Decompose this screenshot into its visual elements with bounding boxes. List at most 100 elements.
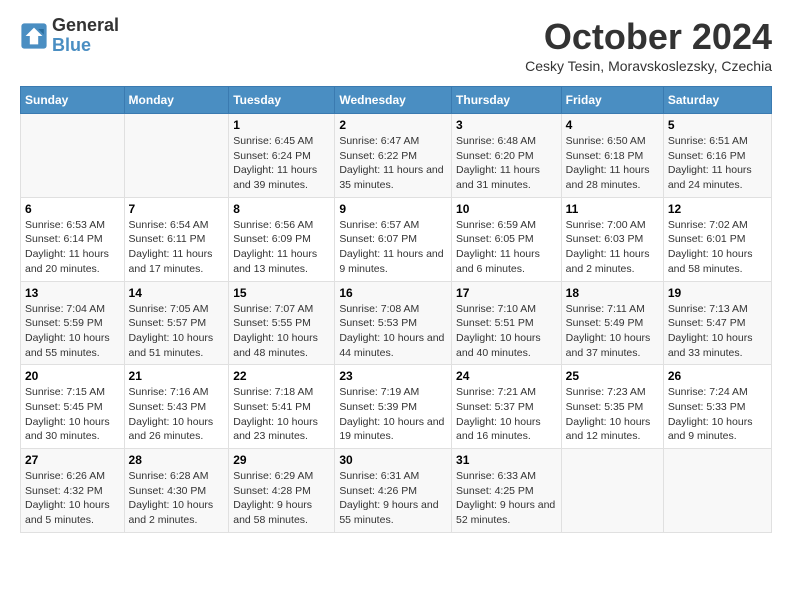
day-detail: Sunrise: 7:07 AMSunset: 5:55 PMDaylight:…: [233, 302, 330, 361]
calendar-cell: 28 Sunrise: 6:28 AMSunset: 4:30 PMDayligh…: [124, 449, 229, 533]
day-number: 5: [668, 118, 767, 132]
calendar-cell: 29Sunrise: 6:29 AMSunset: 4:28 PMDayligh…: [229, 449, 335, 533]
week-row-4: 27 Sunrise: 6:26 AMSunset: 4:32 PMDayligh…: [21, 449, 772, 533]
day-number: 31: [456, 453, 557, 467]
calendar-cell: 16Sunrise: 7:08 AMSunset: 5:53 PMDayligh…: [335, 281, 452, 365]
day-number: 16: [339, 286, 447, 300]
day-number: 8: [233, 202, 330, 216]
calendar-cell: [124, 114, 229, 198]
day-detail: Sunrise: 7:18 AMSunset: 5:41 PMDaylight:…: [233, 385, 330, 444]
day-number: 12: [668, 202, 767, 216]
day-detail: Sunrise: 6:33 AMSunset: 4:25 PMDaylight:…: [456, 469, 557, 528]
calendar-cell: 23 Sunrise: 7:19 AMSunset: 5:39 PMDayligh…: [335, 365, 452, 449]
day-number: 30: [339, 453, 447, 467]
day-number: 27: [25, 453, 120, 467]
day-number: 28: [129, 453, 225, 467]
calendar-cell: [21, 114, 125, 198]
day-number: 1: [233, 118, 330, 132]
calendar-cell: 8 Sunrise: 6:56 AMSunset: 6:09 PMDaylight…: [229, 197, 335, 281]
day-header-monday: Monday: [124, 87, 229, 114]
calendar-cell: 20 Sunrise: 7:15 AMSunset: 5:45 PMDayligh…: [21, 365, 125, 449]
calendar-cell: 1 Sunrise: 6:45 AMSunset: 6:24 PMDaylight…: [229, 114, 335, 198]
day-detail: Sunrise: 7:11 AMSunset: 5:49 PMDaylight:…: [566, 302, 659, 361]
logo-line2: Blue: [52, 36, 119, 56]
day-detail: Sunrise: 6:47 AMSunset: 6:22 PMDaylight:…: [339, 134, 447, 193]
day-detail: Sunrise: 7:19 AMSunset: 5:39 PMDaylight:…: [339, 385, 447, 444]
day-detail: Sunrise: 7:02 AMSunset: 6:01 PMDaylight:…: [668, 218, 767, 277]
calendar-cell: [561, 449, 663, 533]
day-number: 18: [566, 286, 659, 300]
day-number: 17: [456, 286, 557, 300]
month-title: October 2024: [525, 16, 772, 58]
logo-icon: [20, 22, 48, 50]
day-detail: Sunrise: 6:57 AMSunset: 6:07 PMDaylight:…: [339, 218, 447, 277]
calendar-cell: 21 Sunrise: 7:16 AMSunset: 5:43 PMDayligh…: [124, 365, 229, 449]
calendar-cell: 7 Sunrise: 6:54 AMSunset: 6:11 PMDaylight…: [124, 197, 229, 281]
day-number: 2: [339, 118, 447, 132]
week-row-2: 13 Sunrise: 7:04 AMSunset: 5:59 PMDayligh…: [21, 281, 772, 365]
day-number: 21: [129, 369, 225, 383]
calendar-table: SundayMondayTuesdayWednesdayThursdayFrid…: [20, 86, 772, 533]
page-header: General Blue October 2024 Cesky Tesin, M…: [20, 16, 772, 74]
day-number: 20: [25, 369, 120, 383]
logo: General Blue: [20, 16, 119, 56]
day-number: 4: [566, 118, 659, 132]
calendar-cell: 17 Sunrise: 7:10 AMSunset: 5:51 PMDayligh…: [452, 281, 562, 365]
day-detail: Sunrise: 7:23 AMSunset: 5:35 PMDaylight:…: [566, 385, 659, 444]
calendar-cell: 25Sunrise: 7:23 AMSunset: 5:35 PMDayligh…: [561, 365, 663, 449]
day-number: 22: [233, 369, 330, 383]
day-detail: Sunrise: 6:59 AMSunset: 6:05 PMDaylight:…: [456, 218, 557, 277]
day-header-sunday: Sunday: [21, 87, 125, 114]
day-detail: Sunrise: 7:04 AMSunset: 5:59 PMDaylight:…: [25, 302, 120, 361]
day-detail: Sunrise: 6:31 AMSunset: 4:26 PMDaylight:…: [339, 469, 447, 528]
calendar-cell: 30 Sunrise: 6:31 AMSunset: 4:26 PMDayligh…: [335, 449, 452, 533]
day-number: 29: [233, 453, 330, 467]
day-detail: Sunrise: 7:05 AMSunset: 5:57 PMDaylight:…: [129, 302, 225, 361]
location: Cesky Tesin, Moravskoslezsky, Czechia: [525, 58, 772, 74]
calendar-cell: 12 Sunrise: 7:02 AMSunset: 6:01 PMDayligh…: [663, 197, 771, 281]
calendar-cell: 13 Sunrise: 7:04 AMSunset: 5:59 PMDayligh…: [21, 281, 125, 365]
day-detail: Sunrise: 6:28 AMSunset: 4:30 PMDaylight:…: [129, 469, 225, 528]
day-header-tuesday: Tuesday: [229, 87, 335, 114]
day-detail: Sunrise: 6:26 AMSunset: 4:32 PMDaylight:…: [25, 469, 120, 528]
calendar-cell: 24Sunrise: 7:21 AMSunset: 5:37 PMDayligh…: [452, 365, 562, 449]
calendar-cell: 19Sunrise: 7:13 AMSunset: 5:47 PMDayligh…: [663, 281, 771, 365]
day-number: 19: [668, 286, 767, 300]
day-header-saturday: Saturday: [663, 87, 771, 114]
day-header-friday: Friday: [561, 87, 663, 114]
header-row: SundayMondayTuesdayWednesdayThursdayFrid…: [21, 87, 772, 114]
day-number: 14: [129, 286, 225, 300]
day-detail: Sunrise: 6:51 AMSunset: 6:16 PMDaylight:…: [668, 134, 767, 193]
day-number: 11: [566, 202, 659, 216]
day-header-wednesday: Wednesday: [335, 87, 452, 114]
calendar-cell: 27 Sunrise: 6:26 AMSunset: 4:32 PMDayligh…: [21, 449, 125, 533]
logo-line1: General: [52, 16, 119, 36]
day-detail: Sunrise: 7:21 AMSunset: 5:37 PMDaylight:…: [456, 385, 557, 444]
day-number: 23: [339, 369, 447, 383]
calendar-body: 1 Sunrise: 6:45 AMSunset: 6:24 PMDaylight…: [21, 114, 772, 533]
day-detail: Sunrise: 7:16 AMSunset: 5:43 PMDaylight:…: [129, 385, 225, 444]
day-number: 13: [25, 286, 120, 300]
day-header-thursday: Thursday: [452, 87, 562, 114]
day-detail: Sunrise: 7:10 AMSunset: 5:51 PMDaylight:…: [456, 302, 557, 361]
calendar-cell: 14 Sunrise: 7:05 AMSunset: 5:57 PMDayligh…: [124, 281, 229, 365]
day-number: 26: [668, 369, 767, 383]
day-number: 9: [339, 202, 447, 216]
day-detail: Sunrise: 7:24 AMSunset: 5:33 PMDaylight:…: [668, 385, 767, 444]
calendar-cell: 5 Sunrise: 6:51 AMSunset: 6:16 PMDaylight…: [663, 114, 771, 198]
calendar-cell: 18 Sunrise: 7:11 AMSunset: 5:49 PMDayligh…: [561, 281, 663, 365]
day-detail: Sunrise: 7:00 AMSunset: 6:03 PMDaylight:…: [566, 218, 659, 277]
day-number: 7: [129, 202, 225, 216]
day-detail: Sunrise: 6:50 AMSunset: 6:18 PMDaylight:…: [566, 134, 659, 193]
day-detail: Sunrise: 6:45 AMSunset: 6:24 PMDaylight:…: [233, 134, 330, 193]
calendar-cell: [663, 449, 771, 533]
calendar-cell: 15 Sunrise: 7:07 AMSunset: 5:55 PMDayligh…: [229, 281, 335, 365]
day-detail: Sunrise: 7:15 AMSunset: 5:45 PMDaylight:…: [25, 385, 120, 444]
day-detail: Sunrise: 6:54 AMSunset: 6:11 PMDaylight:…: [129, 218, 225, 277]
calendar-cell: 22 Sunrise: 7:18 AMSunset: 5:41 PMDayligh…: [229, 365, 335, 449]
calendar-cell: 9 Sunrise: 6:57 AMSunset: 6:07 PMDaylight…: [335, 197, 452, 281]
day-detail: Sunrise: 6:56 AMSunset: 6:09 PMDaylight:…: [233, 218, 330, 277]
day-number: 3: [456, 118, 557, 132]
day-detail: Sunrise: 6:48 AMSunset: 6:20 PMDaylight:…: [456, 134, 557, 193]
day-number: 15: [233, 286, 330, 300]
